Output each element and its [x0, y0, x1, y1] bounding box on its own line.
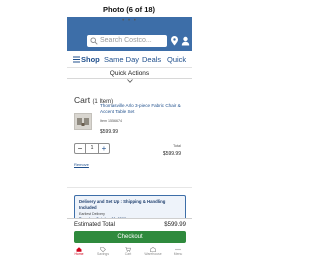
line-total-label: Total	[172, 144, 181, 148]
product-name-link[interactable]: Thomasville Arlo 3-piece Fabric Chair & …	[100, 103, 190, 115]
tab-warehouse-label: Warehouse	[144, 252, 162, 256]
quantity-value[interactable]: 1	[86, 144, 98, 153]
photo-viewer-title: Photo (6 of 18)	[102, 5, 156, 14]
delivery-title: Delivery and Set Up : Shipping & Handlin…	[79, 199, 166, 210]
location-pin-icon[interactable]	[170, 36, 179, 46]
checkout-button[interactable]: Checkout	[74, 231, 186, 243]
quantity-stepper: − 1 +	[74, 143, 110, 154]
remove-item-link[interactable]: Remove	[74, 162, 89, 167]
nav-item-deals[interactable]: Deals	[142, 55, 161, 64]
search-input[interactable]: Search Costco...	[87, 35, 167, 47]
tab-savings[interactable]: Savings	[94, 247, 112, 256]
search-placeholder: Search Costco...	[100, 37, 152, 44]
account-icon[interactable]	[181, 36, 190, 46]
tab-savings-label: Savings	[96, 252, 110, 256]
tab-home-label: Home	[74, 252, 84, 256]
nav-item-same-day[interactable]: Same Day	[104, 55, 139, 64]
site-header: • • • Search Costco...	[67, 17, 192, 51]
tab-cart[interactable]: Cart	[119, 247, 137, 256]
estimated-total-value: $599.99	[164, 222, 186, 228]
tab-menu[interactable]: Menu	[169, 247, 187, 256]
tab-home[interactable]: Home	[70, 247, 88, 256]
screenshot-frame: • • • Search Costco... Shop Same Day Dea…	[67, 17, 192, 258]
quantity-decrease-button[interactable]: −	[75, 144, 86, 153]
cart-title: Cart	[74, 95, 91, 105]
section-divider	[67, 187, 192, 188]
chair-set-icon	[77, 118, 89, 126]
tab-warehouse[interactable]: Warehouse	[144, 247, 162, 256]
product-image[interactable]	[74, 113, 92, 130]
delivery-subtitle: Earliest Delivery	[79, 212, 105, 216]
product-item-number: Item 1556674	[100, 119, 122, 123]
chevron-down-icon[interactable]	[127, 79, 133, 83]
quick-actions-toggle[interactable]: Quick Actions	[67, 68, 192, 79]
quantity-increase-button[interactable]: +	[98, 144, 109, 153]
line-total-value: $599.99	[162, 151, 181, 157]
search-icon	[90, 37, 98, 45]
nav-item-shop[interactable]: Shop	[81, 55, 100, 64]
tab-menu-label: Menu	[173, 252, 183, 256]
category-nav: Shop Same Day Deals Quick	[67, 51, 192, 68]
product-price: $599.99	[100, 129, 119, 135]
tab-cart-label: Cart	[124, 252, 132, 256]
hamburger-icon[interactable]	[73, 56, 80, 63]
status-dots: • • •	[122, 18, 137, 24]
nav-item-quick[interactable]: Quick	[167, 55, 186, 64]
bottom-tab-bar: Home Savings Cart Warehouse Menu	[67, 245, 192, 258]
estimated-total-label: Estimated Total	[74, 222, 115, 228]
